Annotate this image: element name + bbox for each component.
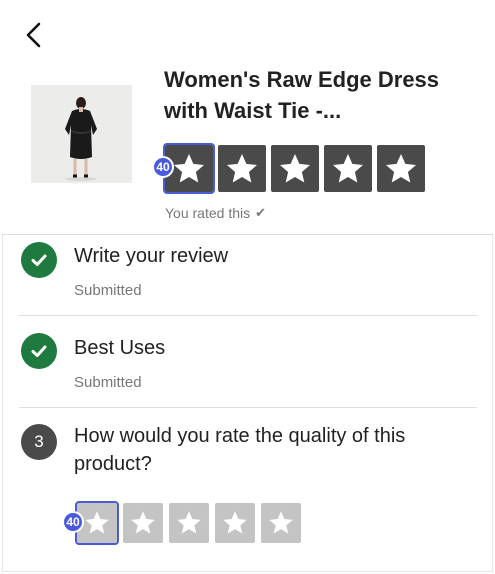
quality-rating-badge: 40 xyxy=(62,511,84,533)
check-circle-icon xyxy=(21,242,57,278)
step-best-uses[interactable]: Best Uses Submitted xyxy=(2,328,493,408)
step-title: Best Uses xyxy=(74,337,166,359)
star-4-button[interactable] xyxy=(215,503,255,543)
star-icon xyxy=(85,511,109,534)
star-icon xyxy=(333,153,363,182)
check-icon: ✔ xyxy=(255,205,267,220)
divider xyxy=(19,407,477,408)
quality-star-rating[interactable] xyxy=(75,501,301,545)
step-title: How would you rate the quality of this p… xyxy=(74,425,406,475)
star-5-button[interactable] xyxy=(377,145,425,192)
divider xyxy=(19,315,477,316)
star-icon xyxy=(280,153,310,182)
step-write-review[interactable]: Write your review Submitted xyxy=(2,236,493,316)
back-button[interactable] xyxy=(20,20,48,50)
product-header: Women's Raw Edge Dress with Waist Tie -.… xyxy=(2,2,493,235)
star-rating[interactable] xyxy=(163,143,425,194)
star-icon xyxy=(174,153,204,182)
rated-label: You rated this xyxy=(165,205,251,221)
step-status: Submitted xyxy=(74,282,142,299)
star-3-button[interactable] xyxy=(271,145,319,192)
check-circle-icon xyxy=(21,333,57,369)
step-number-badge: 3 xyxy=(21,424,57,460)
star-2-button[interactable] xyxy=(218,145,266,192)
star-icon xyxy=(223,511,247,534)
rated-status: You rated this ✔ xyxy=(165,205,266,221)
rating-badge: 40 xyxy=(152,156,174,178)
star-2-button[interactable] xyxy=(123,503,163,543)
star-icon xyxy=(227,153,257,182)
star-4-button[interactable] xyxy=(324,145,372,192)
step-quality-rating: 3 How would you rate the quality of this… xyxy=(2,420,493,570)
star-3-button[interactable] xyxy=(169,503,209,543)
step-status: Submitted xyxy=(74,374,142,391)
star-icon xyxy=(131,511,155,534)
product-title: Women's Raw Edge Dress with Waist Tie -.… xyxy=(164,67,440,123)
product-image xyxy=(31,85,132,183)
step-title: Write your review xyxy=(74,245,229,267)
star-icon xyxy=(177,511,201,534)
star-icon xyxy=(269,511,293,534)
star-5-button[interactable] xyxy=(261,503,301,543)
star-icon xyxy=(386,153,416,182)
chevron-left-icon xyxy=(26,22,41,48)
